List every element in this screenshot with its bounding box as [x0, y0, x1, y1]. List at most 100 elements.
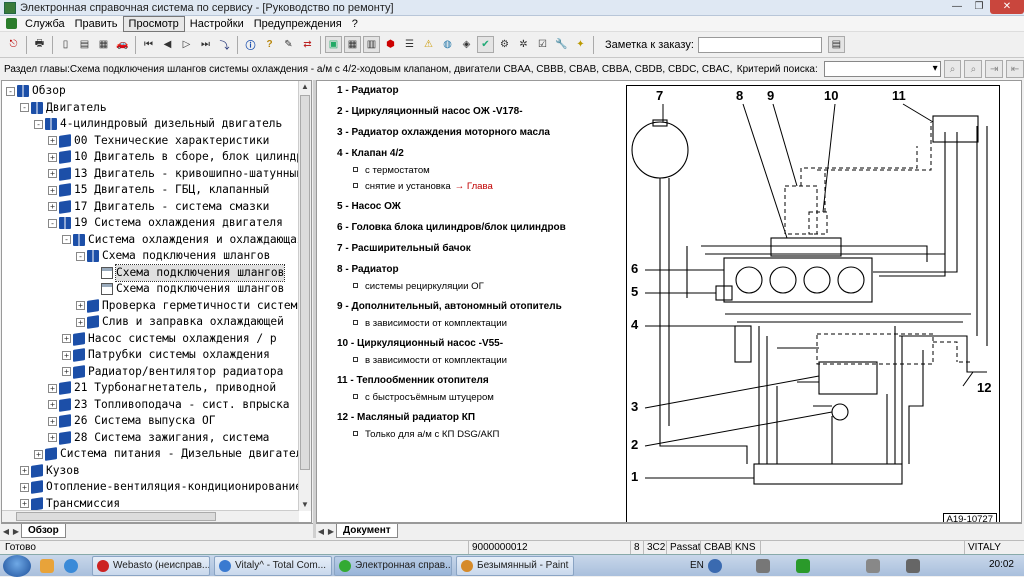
taskbar-button[interactable]: Vitaly^ - Total Com... — [214, 556, 332, 576]
tree-item[interactable]: +23 Топливоподача - сист. впрыска — [48, 397, 290, 413]
prev-page-icon[interactable]: ◀ — [159, 36, 176, 53]
legend-subitem[interactable]: снятие и установка → Глава — [353, 181, 493, 192]
tree-horizontal-scrollbar[interactable] — [2, 510, 299, 522]
document-icon[interactable]: ▤ — [76, 36, 93, 53]
go-forward-icon[interactable]: ⇥ — [985, 60, 1004, 78]
tree-item[interactable]: + Слив и заправка охлаждающей — [76, 314, 284, 330]
expand-icon[interactable]: + — [48, 169, 57, 178]
tab-prev-icon[interactable]: ◀ — [1, 527, 11, 536]
tree-item[interactable]: - 19 Система охлаждения двигателя — [48, 215, 283, 231]
menu-help[interactable]: ? — [347, 16, 363, 32]
globe-icon[interactable]: ◍ — [439, 36, 456, 53]
volume-icon[interactable] — [906, 559, 920, 573]
order-note-input[interactable] — [697, 36, 822, 53]
language-indicator[interactable]: EN — [690, 555, 704, 577]
tab-next-icon[interactable]: ▶ — [11, 527, 21, 536]
expand-icon[interactable]: + — [48, 433, 57, 442]
warning-icon[interactable]: ⚠ — [420, 36, 437, 53]
collapse-icon[interactable]: - — [6, 86, 15, 96]
collapse-icon[interactable]: - — [62, 235, 71, 244]
doc-tab-next-icon[interactable]: ▶ — [326, 527, 336, 536]
tray-icon-2[interactable] — [796, 559, 810, 573]
tree-item[interactable]: +00 Технические характеристики — [48, 133, 269, 149]
tree-hscroll-thumb[interactable] — [16, 512, 216, 521]
menu-edit[interactable]: Править — [70, 16, 123, 32]
browser-icon[interactable] — [64, 559, 78, 573]
document-list-icon[interactable]: ▦ — [95, 36, 112, 53]
tree-item[interactable]: - 4-цилиндровый дизельный двигатель — [34, 116, 282, 132]
tree-scroll-thumb[interactable] — [300, 95, 310, 470]
expand-icon[interactable]: + — [20, 499, 29, 508]
gear-icon[interactable]: ✲ — [515, 36, 532, 53]
tree-item[interactable]: + Кузов — [20, 463, 80, 479]
tree-item[interactable]: +15 Двигатель - ГБЦ, клапанный — [48, 182, 269, 198]
expand-icon[interactable]: + — [48, 202, 57, 211]
print-icon[interactable]: 🖶 — [31, 36, 48, 53]
start-button[interactable] — [3, 555, 31, 577]
new-document-icon[interactable]: ▯ — [57, 36, 74, 53]
menu-settings[interactable]: Настройки — [185, 16, 249, 32]
tree-item[interactable]: + Патрубки системы охлаждения — [62, 347, 270, 363]
list-icon[interactable]: ☰ — [401, 36, 418, 53]
network-icon[interactable] — [866, 559, 880, 573]
expand-icon[interactable]: + — [62, 367, 71, 376]
swap-icon[interactable]: ⇄ — [299, 36, 316, 53]
expand-icon[interactable]: + — [76, 317, 85, 327]
collapse-icon[interactable]: - — [48, 218, 57, 228]
tree-item[interactable]: +17 Двигатель - система смазки — [48, 199, 269, 215]
collapse-icon[interactable]: - — [76, 251, 85, 261]
next-page-icon[interactable]: ▷ — [178, 36, 195, 53]
tray-icon-1[interactable] — [756, 559, 770, 573]
expand-icon[interactable]: + — [48, 185, 57, 195]
tab-overview[interactable]: Обзор — [21, 524, 66, 538]
scroll-down-arrow-icon[interactable]: ▼ — [299, 499, 311, 511]
clock[interactable]: 20:02 — [989, 559, 1014, 571]
menu-view[interactable]: Просмотр — [122, 15, 185, 32]
expand-icon[interactable]: + — [34, 449, 43, 459]
tree-item[interactable]: +28 Система зажигания, система — [48, 430, 269, 446]
help-tray-icon[interactable] — [708, 559, 722, 573]
tree-item[interactable]: Схема подключения шлангов — [90, 281, 284, 297]
search-icon[interactable]: ⌕ — [943, 60, 962, 78]
tree-item[interactable]: +26 Система выпуска ОГ — [48, 413, 215, 429]
tree-item[interactable]: - Двигатель — [20, 100, 107, 116]
tree-item[interactable]: + Радиатор/вентилятор радиатора — [62, 364, 283, 380]
tab-document[interactable]: Документ — [336, 524, 398, 538]
maximize-button[interactable]: ❐ — [968, 0, 990, 14]
tree-item[interactable]: +21 Турбонагнетатель, приводной — [48, 380, 276, 396]
tree-item[interactable]: +13 Двигатель - кривошипно-шатунный — [48, 166, 299, 182]
menu-warnings[interactable]: Предупреждения — [249, 16, 347, 32]
minimize-button[interactable]: — — [946, 0, 968, 14]
order-note-button[interactable]: ▤ — [827, 36, 845, 53]
info-icon[interactable]: ⓘ — [242, 36, 259, 53]
expand-icon[interactable]: + — [76, 301, 85, 310]
scroll-up-arrow-icon[interactable]: ▲ — [299, 81, 311, 93]
expand-icon[interactable]: + — [20, 482, 29, 492]
last-page-icon[interactable]: ⏭ — [197, 36, 214, 53]
tree-item[interactable]: Схема подключения шлангов — [90, 263, 286, 282]
notes-icon[interactable]: ✎ — [280, 36, 297, 53]
expand-icon[interactable]: + — [48, 416, 57, 426]
grid-icon[interactable]: ▦ — [344, 36, 361, 53]
expand-icon[interactable]: + — [48, 383, 57, 393]
book-icon[interactable]: ▣ — [325, 36, 342, 53]
expand-icon[interactable]: + — [48, 400, 57, 409]
bulb-icon[interactable]: ✦ — [572, 36, 589, 53]
tools-icon[interactable]: ⚙ — [496, 36, 513, 53]
tree-item[interactable]: +10 Двигатель в сборе, блок цилиндров — [48, 149, 299, 165]
tree-item[interactable]: + Отопление-вентиляция-кондиционирование — [20, 479, 299, 495]
go-back-icon[interactable]: ⇤ — [1006, 60, 1024, 78]
close-button[interactable]: ✕ — [990, 0, 1024, 14]
collapse-icon[interactable]: - — [34, 119, 43, 129]
car-icon[interactable]: 🚗 — [114, 36, 131, 53]
table-icon[interactable]: ▥ — [363, 36, 380, 53]
taskbar-button[interactable]: Безымянный - Paint — [456, 556, 574, 576]
doc-tab-prev-icon[interactable]: ◀ — [316, 527, 326, 536]
collapse-icon[interactable]: - — [20, 103, 29, 112]
taskbar-button[interactable]: Webasto (неисправ... — [92, 556, 210, 576]
help-icon[interactable]: ? — [261, 36, 278, 53]
explorer-icon[interactable] — [40, 559, 54, 573]
tree-item[interactable]: + Проверка герметичности системы — [76, 298, 299, 314]
tree-vertical-scrollbar[interactable]: ▲ ▼ — [298, 81, 311, 511]
stop-icon[interactable]: ⬢ — [382, 36, 399, 53]
